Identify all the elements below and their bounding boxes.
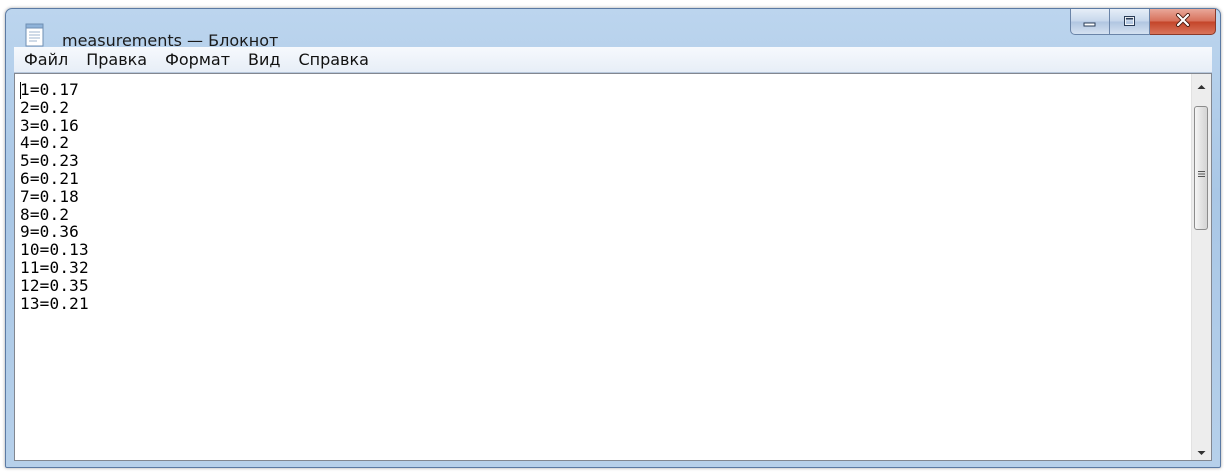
minimize-button[interactable] <box>1070 9 1110 35</box>
caption-buttons <box>1070 9 1216 37</box>
text-caret <box>20 82 21 99</box>
close-button[interactable] <box>1150 9 1216 35</box>
text-line: 10=0.13 <box>20 240 89 260</box>
notepad-window: measurements — Блокнот Файл Правка Форма… <box>5 8 1221 468</box>
maximize-button[interactable] <box>1110 9 1150 35</box>
scroll-up-button[interactable] <box>1192 74 1211 94</box>
minimize-icon <box>1083 12 1097 31</box>
text-editor[interactable]: 1=0.17 2=0.2 3=0.16 4=0.2 5=0.23 6=0.21 … <box>14 73 1212 461</box>
arrow-down-icon <box>1197 441 1206 460</box>
menu-help[interactable]: Справка <box>290 47 377 72</box>
text-line: 1=0.17 <box>20 81 79 99</box>
text-line: 3=0.16 <box>20 115 79 135</box>
text-line: 8=0.2 <box>20 204 70 224</box>
text-line: 6=0.21 <box>20 168 79 188</box>
scroll-thumb[interactable] <box>1194 106 1208 230</box>
text-line: 13=0.21 <box>20 293 89 313</box>
close-icon <box>1175 12 1191 31</box>
text-line: 9=0.36 <box>20 222 79 242</box>
text-line: 7=0.18 <box>20 186 79 206</box>
text-line: 5=0.23 <box>20 151 79 171</box>
title-bar[interactable]: measurements — Блокнот <box>6 9 1220 51</box>
grip-icon <box>1198 163 1205 177</box>
arrow-up-icon <box>1197 75 1206 94</box>
text-line: 2=0.2 <box>20 97 70 117</box>
scroll-down-button[interactable] <box>1192 440 1211 460</box>
maximize-icon <box>1123 12 1137 31</box>
menu-file[interactable]: Файл <box>14 47 76 72</box>
menu-format[interactable]: Формат <box>157 47 238 72</box>
text-line: 12=0.35 <box>20 275 89 295</box>
menu-bar: Файл Правка Формат Вид Справка <box>14 47 1212 73</box>
menu-view[interactable]: Вид <box>240 47 288 72</box>
notepad-icon[interactable] <box>25 23 45 47</box>
text-line: 11=0.32 <box>20 257 89 277</box>
text-line: 4=0.2 <box>20 133 70 153</box>
menu-edit[interactable]: Правка <box>78 47 155 72</box>
vertical-scrollbar[interactable] <box>1191 74 1211 460</box>
text-content[interactable]: 1=0.17 2=0.2 3=0.16 4=0.2 5=0.23 6=0.21 … <box>20 81 1187 460</box>
